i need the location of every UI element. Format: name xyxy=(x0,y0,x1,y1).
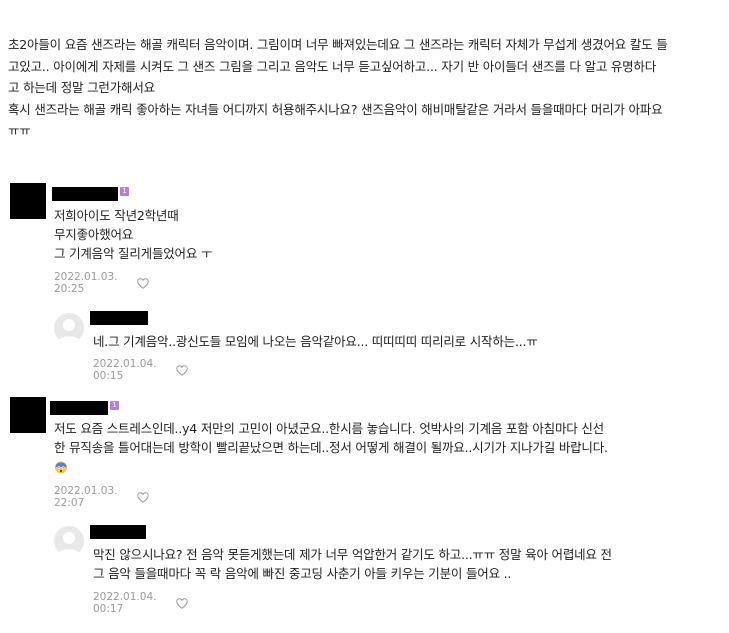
comment-line: 네.그 기계음악..광신도들 모임에 나오는 음악같아요... 띠띠띠띠 띠리리… xyxy=(93,334,538,349)
comment-date: 2022.01.04. 00:15 xyxy=(93,358,157,382)
comment-line: 무지좋아했어요 xyxy=(54,227,134,242)
post-line: ㅠㅠ xyxy=(8,123,31,138)
heart-icon[interactable] xyxy=(176,597,189,609)
avatar[interactable] xyxy=(10,397,46,433)
comment-line: 그 음악 들을때마다 꼭 락 음악에 빠진 중고딩 사춘기 아들 키우는 기분이… xyxy=(93,566,512,581)
comment-text: 저희아이도 작년2학년때 무지좋아했어요 그 기계음악 질리게들었어요 ㅜ xyxy=(54,206,212,263)
comment-meta: 2022.01.03. 22:07 xyxy=(54,485,150,509)
comment-date: 2022.01.03. 22:07 xyxy=(54,485,118,509)
nickname-redacted[interactable] xyxy=(90,311,148,325)
comment-line: 한 뮤직송을 틀어대는데 방학이 빨리끝났으면 하는데..정서 어떻게 해결이 … xyxy=(54,440,608,455)
nickname-redacted[interactable] xyxy=(52,187,118,201)
default-profile-icon[interactable] xyxy=(54,526,84,556)
comment-line: 저도 요즘 스트레스인데..y4 저만의 고민이 아녔군요..한시름 놓습니다.… xyxy=(54,421,604,436)
post-line: 초2아들이 요즘 샌즈라는 해골 캐릭터 음악이며. 그림이며 너무 빠져있는데… xyxy=(8,37,668,52)
comment-line: 그 기계음악 질리게들었어요 ㅜ xyxy=(54,246,213,261)
heart-icon[interactable] xyxy=(176,364,189,376)
heart-icon[interactable] xyxy=(137,277,150,289)
comment-meta: 2022.01.04. 00:15 xyxy=(93,358,189,382)
avatar[interactable] xyxy=(10,183,46,219)
post-line: 고있고.. 아이에게 자제를 시켜도 그 샌즈 그림을 그리고 음악도 너무 듣… xyxy=(8,58,657,74)
status-badge: 1 xyxy=(120,187,129,196)
comment-line: 저희아이도 작년2학년때 xyxy=(54,208,179,223)
post-line: 고 하는데 정말 그런가해서요 xyxy=(8,80,155,95)
comment-text: 저도 요즘 스트레스인데..y4 저만의 고민이 아녔군요..한시름 놓습니다.… xyxy=(54,419,608,479)
comment-text: 네.그 기계음악..광신도들 모임에 나오는 음악같아요... 띠띠띠띠 띠리리… xyxy=(93,332,538,351)
comment-line: 막진 않으시나요? 전 음악 못듣게했는데 제가 너무 억압한거 같기도 하고.… xyxy=(93,547,612,562)
heart-icon[interactable] xyxy=(137,491,150,503)
status-badge: 1 xyxy=(110,401,119,410)
scream-emoji-icon xyxy=(54,460,68,474)
post-line: 혹시 샌즈라는 해골 캐릭 좋아하는 자녀들 어디까지 허용해주시나요? 샌즈음… xyxy=(8,101,663,117)
nickname-redacted[interactable] xyxy=(90,525,146,539)
post-body: 초2아들이 요즘 샌즈라는 해골 캐릭터 음악이며. 그림이며 너무 빠져있는데… xyxy=(8,34,720,142)
comment-date: 2022.01.04. 00:17 xyxy=(93,591,157,615)
nickname-redacted[interactable] xyxy=(50,401,108,415)
comment-date: 2022.01.03. 20:25 xyxy=(54,271,118,295)
comment-text: 막진 않으시나요? 전 음악 못듣게했는데 제가 너무 억압한거 같기도 하고.… xyxy=(93,545,612,583)
default-profile-icon[interactable] xyxy=(54,313,84,343)
comment-meta: 2022.01.04. 00:17 xyxy=(93,591,189,615)
comment-meta: 2022.01.03. 20:25 xyxy=(54,271,150,295)
